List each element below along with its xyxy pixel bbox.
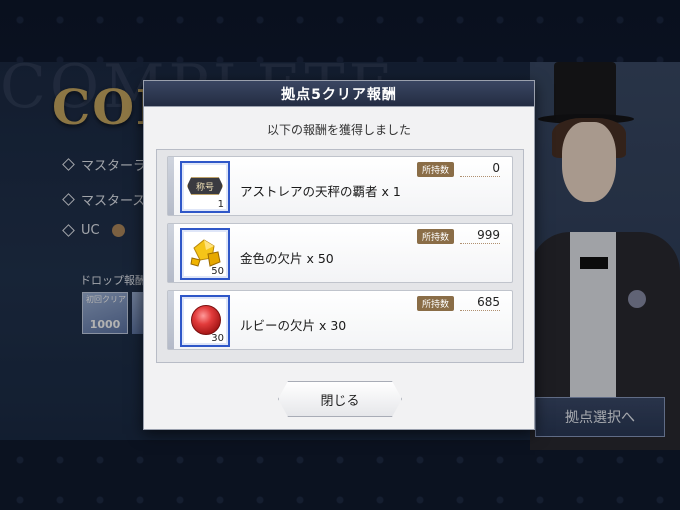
reward-thumbnail: 30 bbox=[180, 295, 230, 347]
thumb-count: 50 bbox=[211, 266, 224, 277]
reward-thumbnail: 50 bbox=[180, 228, 230, 280]
reward-name: ルビーの欠片 x 30 bbox=[240, 318, 347, 333]
title-plate-icon: 称号 bbox=[187, 177, 223, 195]
ruby-fragment-icon bbox=[191, 305, 221, 335]
thumb-count: 1 bbox=[217, 199, 224, 210]
gold-fragment-icon bbox=[190, 239, 221, 267]
owned-value: 0 bbox=[460, 161, 500, 177]
owned-value: 685 bbox=[460, 295, 500, 311]
owned-label: 所持数 bbox=[416, 295, 454, 311]
owned-label: 所持数 bbox=[416, 161, 454, 177]
owned-count: 所持数 685 bbox=[416, 295, 500, 311]
reward-item[interactable]: 30 ルビーの欠片 x 30 所持数 685 bbox=[167, 290, 513, 350]
reward-name: アストレアの天秤の覇者 x 1 bbox=[240, 184, 401, 199]
dialog-subtitle: 以下の報酬を獲得しました bbox=[266, 123, 411, 137]
owned-label: 所持数 bbox=[416, 228, 454, 244]
reward-dialog: 拠点5クリア報酬 以下の報酬を獲得しました 称号 1 アストレアの天秤の覇者 x… bbox=[143, 80, 535, 430]
reward-name: 金色の欠片 x 50 bbox=[240, 251, 334, 266]
reward-item[interactable]: 称号 1 アストレアの天秤の覇者 x 1 所持数 0 bbox=[167, 156, 513, 216]
reward-list[interactable]: 称号 1 アストレアの天秤の覇者 x 1 所持数 0 50 金色の欠片 x 50 bbox=[156, 149, 524, 363]
thumb-count: 30 bbox=[211, 333, 224, 344]
reward-item[interactable]: 50 金色の欠片 x 50 所持数 999 bbox=[167, 223, 513, 283]
owned-value: 999 bbox=[460, 228, 500, 244]
close-button[interactable]: 閉じる bbox=[278, 381, 402, 417]
owned-count: 所持数 0 bbox=[416, 161, 500, 177]
reward-thumbnail: 称号 1 bbox=[180, 161, 230, 213]
owned-count: 所持数 999 bbox=[416, 228, 500, 244]
dialog-title: 拠点5クリア報酬 bbox=[144, 81, 534, 107]
